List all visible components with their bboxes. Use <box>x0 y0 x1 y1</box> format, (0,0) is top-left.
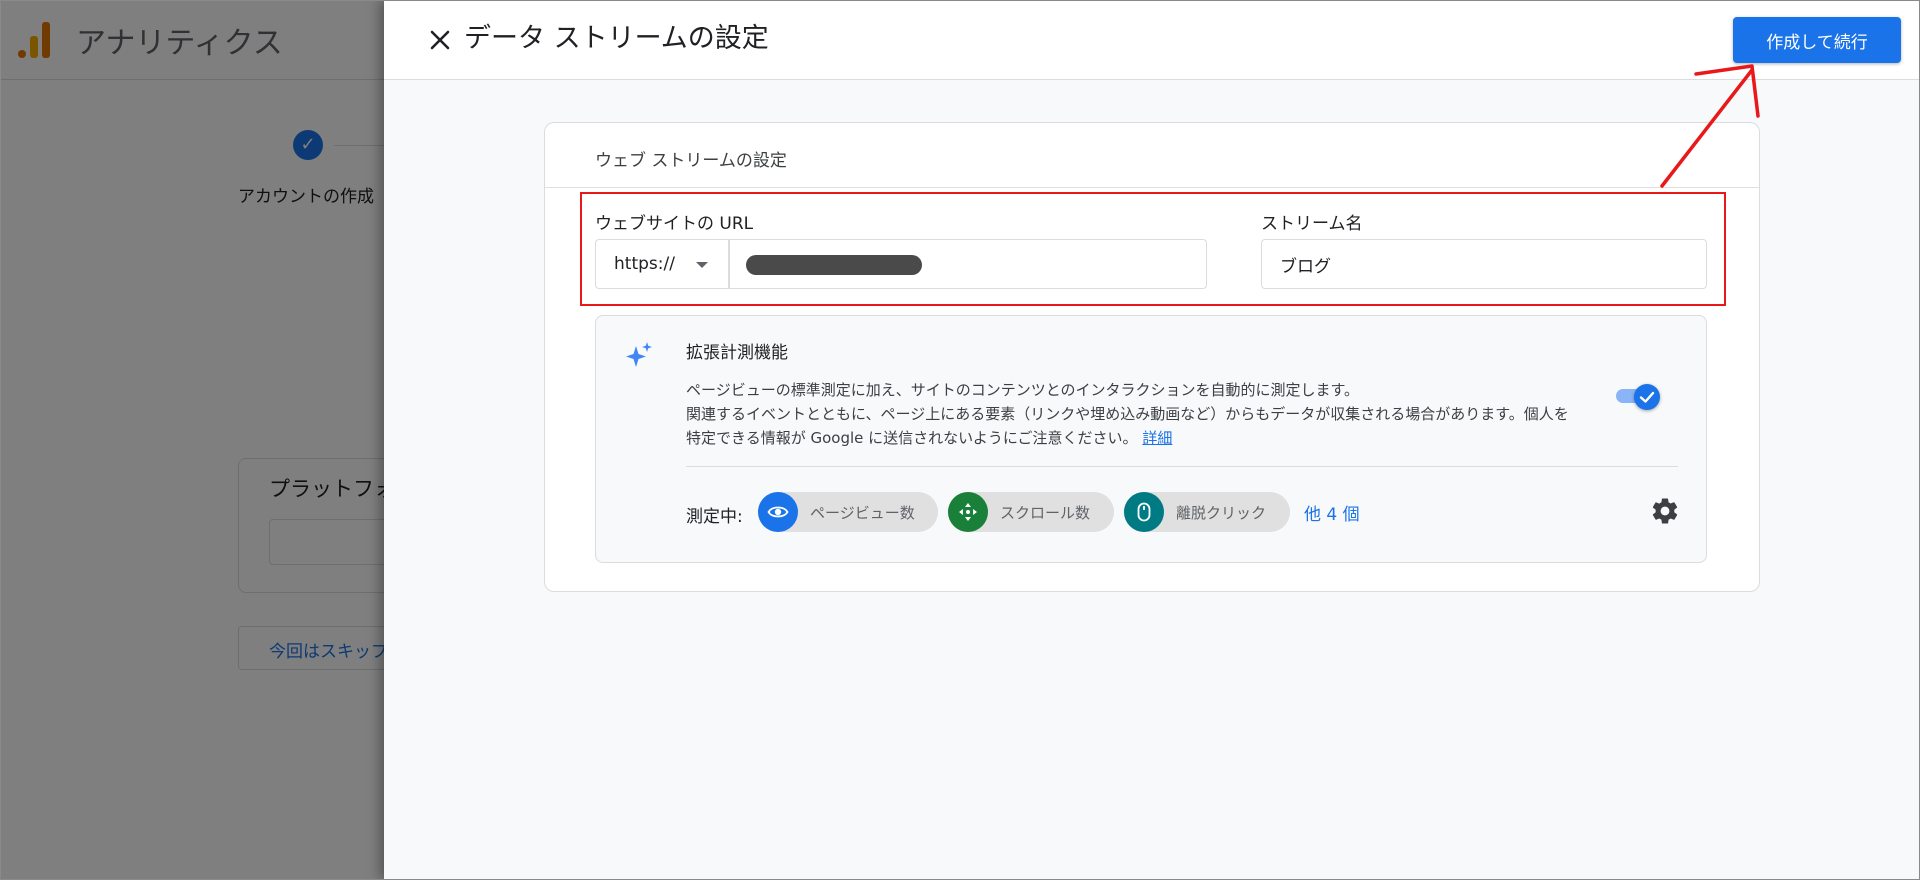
more-events-link[interactable]: 他 4 個 <box>1304 500 1360 525</box>
description-line-1: ページビューの標準測定に加え、サイトのコンテンツとのインタラクションを自動的に測… <box>686 381 1360 399</box>
chip-label: ページビュー数 <box>810 504 915 522</box>
check-icon <box>1639 391 1655 403</box>
toggle-knob <box>1634 384 1660 410</box>
description-line-3: 特定できる情報が Google に送信されないようにご注意ください。 詳細 <box>686 426 1606 450</box>
enhanced-measurement-card: 拡張計測機能 ページビューの標準測定に加え、サイトのコンテンツとのインタラクショ… <box>595 315 1707 563</box>
enhanced-measurement-title: 拡張計測機能 <box>686 343 788 363</box>
chip-label: スクロール数 <box>1000 504 1091 522</box>
create-and-continue-button[interactable]: 作成して続行 <box>1733 17 1901 63</box>
close-button[interactable] <box>420 20 460 60</box>
drawer-title: データ ストリームの設定 <box>464 23 769 54</box>
description-line-3-text: 特定できる情報が Google に送信されないようにご注意ください。 <box>686 429 1138 447</box>
data-stream-drawer: データ ストリームの設定 作成して続行 ウェブ ストリームの設定 ウェブサイトの… <box>384 0 1920 880</box>
gear-icon[interactable] <box>1650 496 1680 526</box>
eye-icon <box>758 492 798 532</box>
chip-outbound-clicks: 離脱クリック <box>1124 492 1290 532</box>
section-divider <box>545 187 1759 188</box>
section-title: ウェブ ストリームの設定 <box>595 151 787 171</box>
enhanced-measurement-description: ページビューの標準測定に加え、サイトのコンテンツとのインタラクションを自動的に測… <box>686 378 1606 450</box>
close-icon <box>430 30 450 50</box>
details-link[interactable]: 詳細 <box>1142 429 1172 447</box>
annotation-highlight-box <box>580 192 1726 306</box>
enhanced-measurement-toggle[interactable] <box>1616 384 1662 410</box>
drawer-header: データ ストリームの設定 作成して続行 <box>384 0 1920 80</box>
chip-scrolls: スクロール数 <box>948 492 1114 532</box>
chip-label: 離脱クリック <box>1176 504 1267 522</box>
sparkle-icon <box>626 342 652 367</box>
measuring-label: 測定中: <box>686 507 743 527</box>
scroll-icon <box>948 492 988 532</box>
description-line-2: 関連するイベントとともに、ページ上にある要素（リンクや埋め込み動画など）からもデ… <box>686 405 1569 423</box>
mouse-icon <box>1124 492 1164 532</box>
chip-page-views: ページビュー数 <box>758 492 938 532</box>
enhanced-divider <box>686 466 1678 467</box>
